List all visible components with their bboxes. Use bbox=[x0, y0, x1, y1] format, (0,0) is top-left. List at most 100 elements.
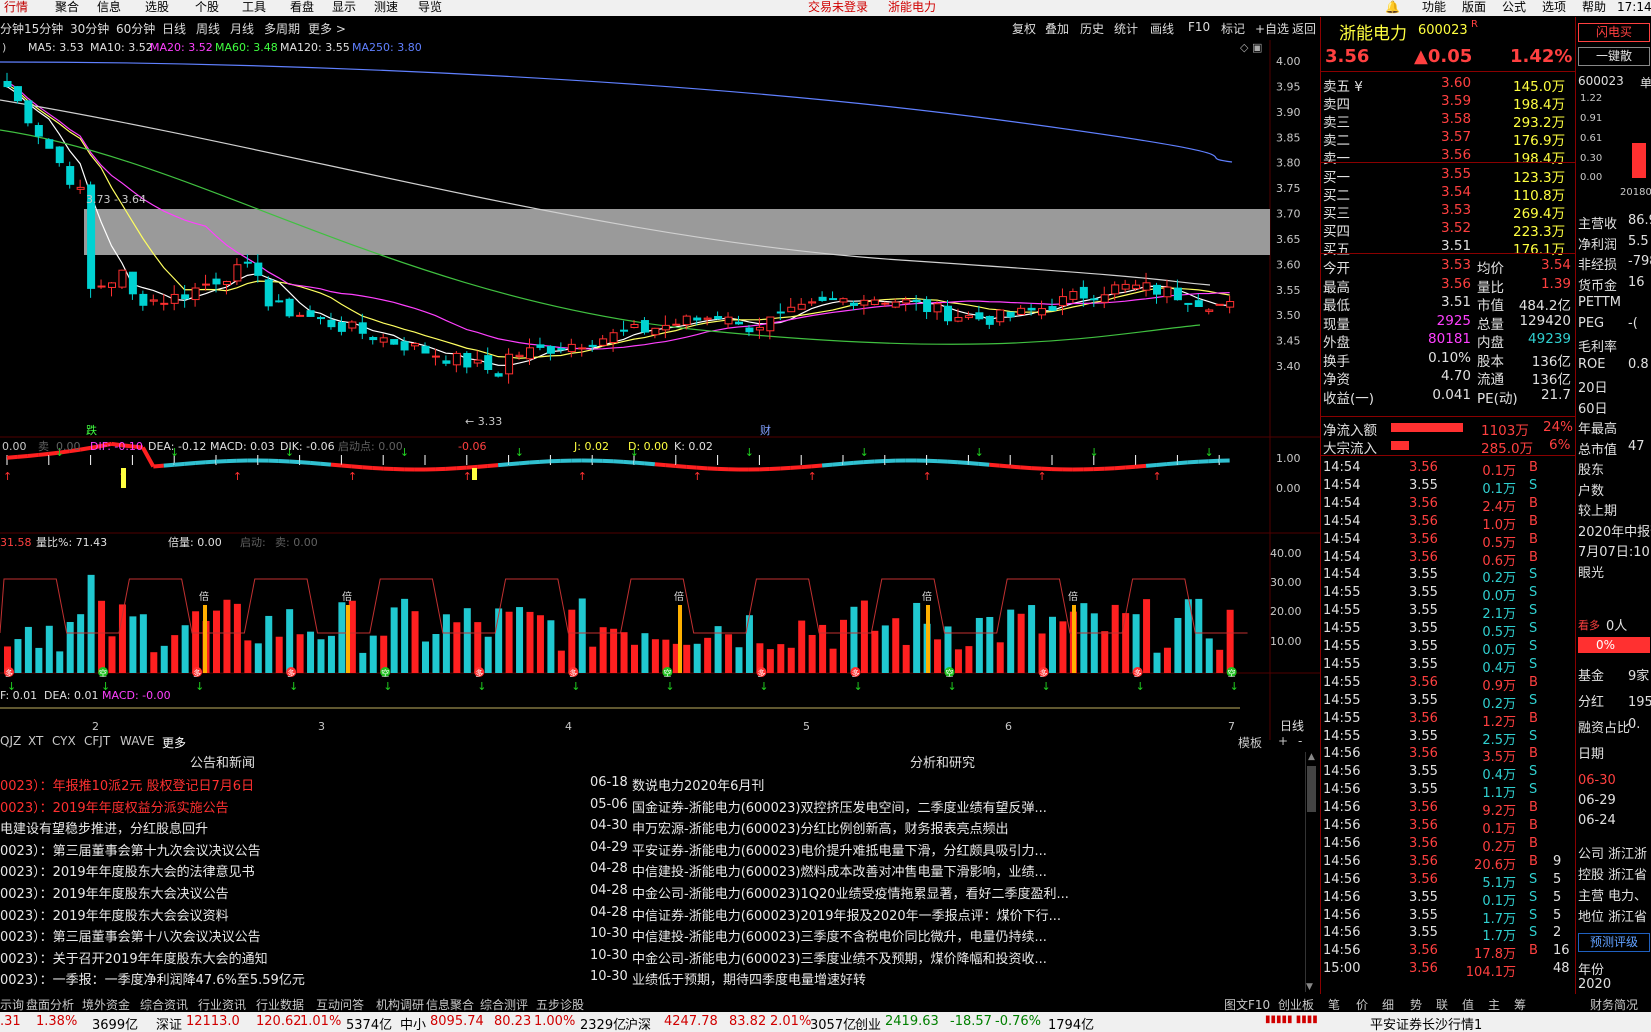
bottom-tab[interactable]: 示询 bbox=[0, 996, 24, 1013]
tab-cyx[interactable]: CYX bbox=[52, 734, 76, 748]
action-add-watch[interactable]: +自选 bbox=[1255, 20, 1289, 37]
news-left-item[interactable]: 0023）：关于召开2019年年度股东大会的通知 bbox=[0, 948, 560, 967]
bottom-right-tab[interactable]: 图文F10 bbox=[1224, 996, 1270, 1013]
action-history[interactable]: 历史 bbox=[1080, 20, 1104, 37]
menu-item[interactable]: 版面 bbox=[1462, 0, 1486, 14]
news-left-item[interactable]: 0023）：一季报：一季度净利润降47.6%至5.59亿元 bbox=[0, 969, 560, 988]
zoom-out-icon[interactable]: - bbox=[1298, 734, 1302, 748]
news-left-item[interactable]: 0023）：2019年年度股东大会的法律意见书 bbox=[0, 861, 560, 880]
news-right-item[interactable]: 申万宏源-浙能电力(600023)分红比例创新高，财务报表亮点频出 bbox=[632, 818, 1302, 837]
menu-item[interactable]: 选项 bbox=[1542, 0, 1566, 14]
news-right-item[interactable]: 中金公司-浙能电力(600023)三季度业绩不及预期，煤价降幅和投资收... bbox=[632, 948, 1302, 967]
bottom-tab[interactable]: 机构调研 bbox=[376, 996, 424, 1013]
menu-item[interactable]: 显示 bbox=[332, 0, 356, 14]
menu-item[interactable]: 测速 bbox=[374, 0, 398, 14]
bottom-right-tab[interactable]: 值 bbox=[1462, 996, 1474, 1013]
menu-item[interactable]: 导览 bbox=[418, 0, 442, 14]
period-more[interactable]: 更多 > bbox=[308, 20, 346, 37]
ask-price[interactable]: 3.56 bbox=[1441, 147, 1471, 163]
bottom-right-tab[interactable]: 主 bbox=[1488, 996, 1500, 1013]
action-f10[interactable]: F10 bbox=[1188, 20, 1210, 34]
bottom-right-tab[interactable]: 联 bbox=[1436, 996, 1448, 1013]
news-right-item[interactable]: 国金证券-浙能电力(600023)双控挤压发电空间，二季度业绩有望反弹... bbox=[632, 797, 1302, 816]
period-week[interactable]: 周线 bbox=[196, 20, 220, 37]
action-fuquan[interactable]: 复权 bbox=[1012, 20, 1036, 37]
bid-price[interactable]: 3.54 bbox=[1441, 184, 1471, 200]
kline-chart-area[interactable]: ↑↓↑↓↑↓↑↓↑↓↑↓↑↓↑↓↑↓↑↓↑↓ 倍倍倍倍倍多↓空↓多↓多↓空↓多↓… bbox=[0, 40, 1320, 740]
menu-item[interactable]: 工具 bbox=[242, 0, 266, 14]
news-left-item[interactable]: 0023）：第三届董事会第十八次会议决议公告 bbox=[0, 926, 560, 945]
bottom-tab[interactable]: 行业资讯 bbox=[198, 996, 246, 1013]
menu-item[interactable]: 帮助 bbox=[1582, 0, 1606, 14]
news-left-item[interactable]: 0023）：2019年年度权益分派实施公告 bbox=[0, 797, 560, 816]
ask-price[interactable]: 3.58 bbox=[1441, 111, 1471, 127]
menu-item[interactable]: 行情 bbox=[4, 0, 28, 14]
action-draw[interactable]: 画线 bbox=[1150, 20, 1174, 37]
menu-item[interactable]: 信息 bbox=[97, 0, 121, 14]
menu-item[interactable]: 个股 bbox=[195, 0, 219, 14]
bell-icon[interactable]: 🔔 bbox=[1385, 0, 1400, 14]
ask-price[interactable]: 3.57 bbox=[1441, 129, 1471, 145]
bottom-right-tab[interactable]: 创业板 bbox=[1278, 996, 1314, 1013]
news-right-item[interactable]: 平安证券-浙能电力(600023)电价提升难抵电量下滑，分红颇具吸引力... bbox=[632, 840, 1302, 859]
period-60min[interactable]: 60分钟 bbox=[116, 20, 155, 37]
trade-status-notice[interactable]: 交易未登录 bbox=[808, 0, 868, 14]
action-mark[interactable]: 标记 bbox=[1221, 20, 1245, 37]
news-right-item[interactable]: 中信建投-浙能电力(600023)三季度不含税电价同比微升，电量仍持续... bbox=[632, 926, 1302, 945]
news-scrollbar[interactable]: ▲ ▼ bbox=[1305, 752, 1317, 992]
menu-item[interactable]: 选股 bbox=[145, 0, 169, 14]
bottom-right-tab[interactable]: 细 bbox=[1382, 996, 1394, 1013]
bottom-right-tab[interactable]: 价 bbox=[1356, 996, 1368, 1013]
one-click-button[interactable]: 一键散 bbox=[1578, 47, 1650, 66]
bottom-right-tab[interactable]: 财务简况 bbox=[1590, 996, 1638, 1013]
action-stats[interactable]: 统计 bbox=[1114, 20, 1138, 37]
bottom-tab[interactable]: 境外资金 bbox=[82, 996, 130, 1013]
ask-price[interactable]: 3.60 bbox=[1441, 75, 1471, 91]
ask-price[interactable]: 3.59 bbox=[1441, 93, 1471, 109]
tab-cfjt[interactable]: CFJT bbox=[84, 734, 110, 748]
news-right-item[interactable]: 中信建投-浙能电力(600023)燃料成本改善对冲售电量下滑影响，业绩... bbox=[632, 861, 1302, 880]
bottom-right-tab[interactable]: 筹 bbox=[1514, 996, 1526, 1013]
flash-buy-button[interactable]: 闪电买 bbox=[1578, 23, 1650, 42]
news-right-item[interactable]: 数说电力2020年6月刊 bbox=[632, 775, 1302, 794]
chart-control-icons[interactable]: ◇ ▣ bbox=[1240, 41, 1262, 54]
period-label[interactable]: 日线 bbox=[1280, 719, 1304, 733]
news-left-item[interactable]: 0023）：2019年年度股东大会会议资料 bbox=[0, 905, 560, 924]
news-right-item[interactable]: 业绩低于预期，期待四季度电量增速好转 bbox=[632, 969, 1302, 988]
bottom-tab[interactable]: 信息聚合 bbox=[426, 996, 474, 1013]
news-right-item[interactable]: 中信证券-浙能电力(600023)2019年报及2020年一季报点评：煤价下行.… bbox=[632, 905, 1302, 924]
news-left-item[interactable]: 0023）：年报推10派2元 股权登记日7月6日 bbox=[0, 775, 560, 794]
menu-item[interactable]: 功能 bbox=[1422, 0, 1446, 14]
news-right-item[interactable]: 中金公司-浙能电力(600023)1Q20业绩受疫情拖累显著，看好二季度盈利..… bbox=[632, 883, 1302, 902]
bid-price[interactable]: 3.52 bbox=[1441, 220, 1471, 236]
menu-item[interactable]: 看盘 bbox=[290, 0, 314, 14]
action-back[interactable]: 返回 bbox=[1292, 20, 1316, 37]
action-overlay[interactable]: 叠加 bbox=[1045, 20, 1069, 37]
bottom-tab[interactable]: 综合资讯 bbox=[140, 996, 188, 1013]
bottom-tab[interactable]: 盘面分析 bbox=[26, 996, 74, 1013]
bottom-right-tab[interactable]: 笔 bbox=[1328, 996, 1340, 1013]
bid-price[interactable]: 3.53 bbox=[1441, 202, 1471, 218]
kline-chart-svg[interactable]: ↑↓↑↓↑↓↑↓↑↓↑↓↑↓↑↓↑↓↑↓↑↓ 倍倍倍倍倍多↓空↓多↓多↓空↓多↓… bbox=[0, 40, 1320, 740]
news-left-item[interactable]: 电建设有望稳步推进，分红股息回升 bbox=[0, 818, 560, 837]
tab-xt[interactable]: XT bbox=[28, 734, 43, 748]
period-1min[interactable]: 分钟 bbox=[0, 20, 24, 37]
tab-qjz[interactable]: QJZ bbox=[0, 734, 21, 748]
news-left-item[interactable]: 0023）：2019年年度股东大会决议公告 bbox=[0, 883, 560, 902]
period-day[interactable]: 日线 bbox=[162, 20, 186, 37]
menu-item[interactable]: 公式 bbox=[1502, 0, 1526, 14]
news-left-item[interactable]: 0023）：第三届董事会第十九次会议决议公告 bbox=[0, 840, 560, 859]
bottom-tab[interactable]: 行业数据 bbox=[256, 996, 304, 1013]
bottom-tab[interactable]: 综合测评 bbox=[480, 996, 528, 1013]
zoom-in-icon[interactable]: + bbox=[1278, 734, 1288, 748]
bid-price[interactable]: 3.51 bbox=[1441, 238, 1471, 254]
bottom-tab[interactable]: 互动问答 bbox=[316, 996, 364, 1013]
period-30min[interactable]: 30分钟 bbox=[70, 20, 109, 37]
forecast-button[interactable]: 预测评级 bbox=[1578, 933, 1650, 952]
period-multi[interactable]: 多周期 bbox=[264, 20, 300, 37]
menu-item[interactable]: 聚合 bbox=[55, 0, 79, 14]
bottom-right-tab[interactable]: 势 bbox=[1410, 996, 1422, 1013]
tab-wave[interactable]: WAVE bbox=[120, 734, 154, 748]
period-15min[interactable]: 15分钟 bbox=[24, 20, 63, 37]
period-month[interactable]: 月线 bbox=[230, 20, 254, 37]
